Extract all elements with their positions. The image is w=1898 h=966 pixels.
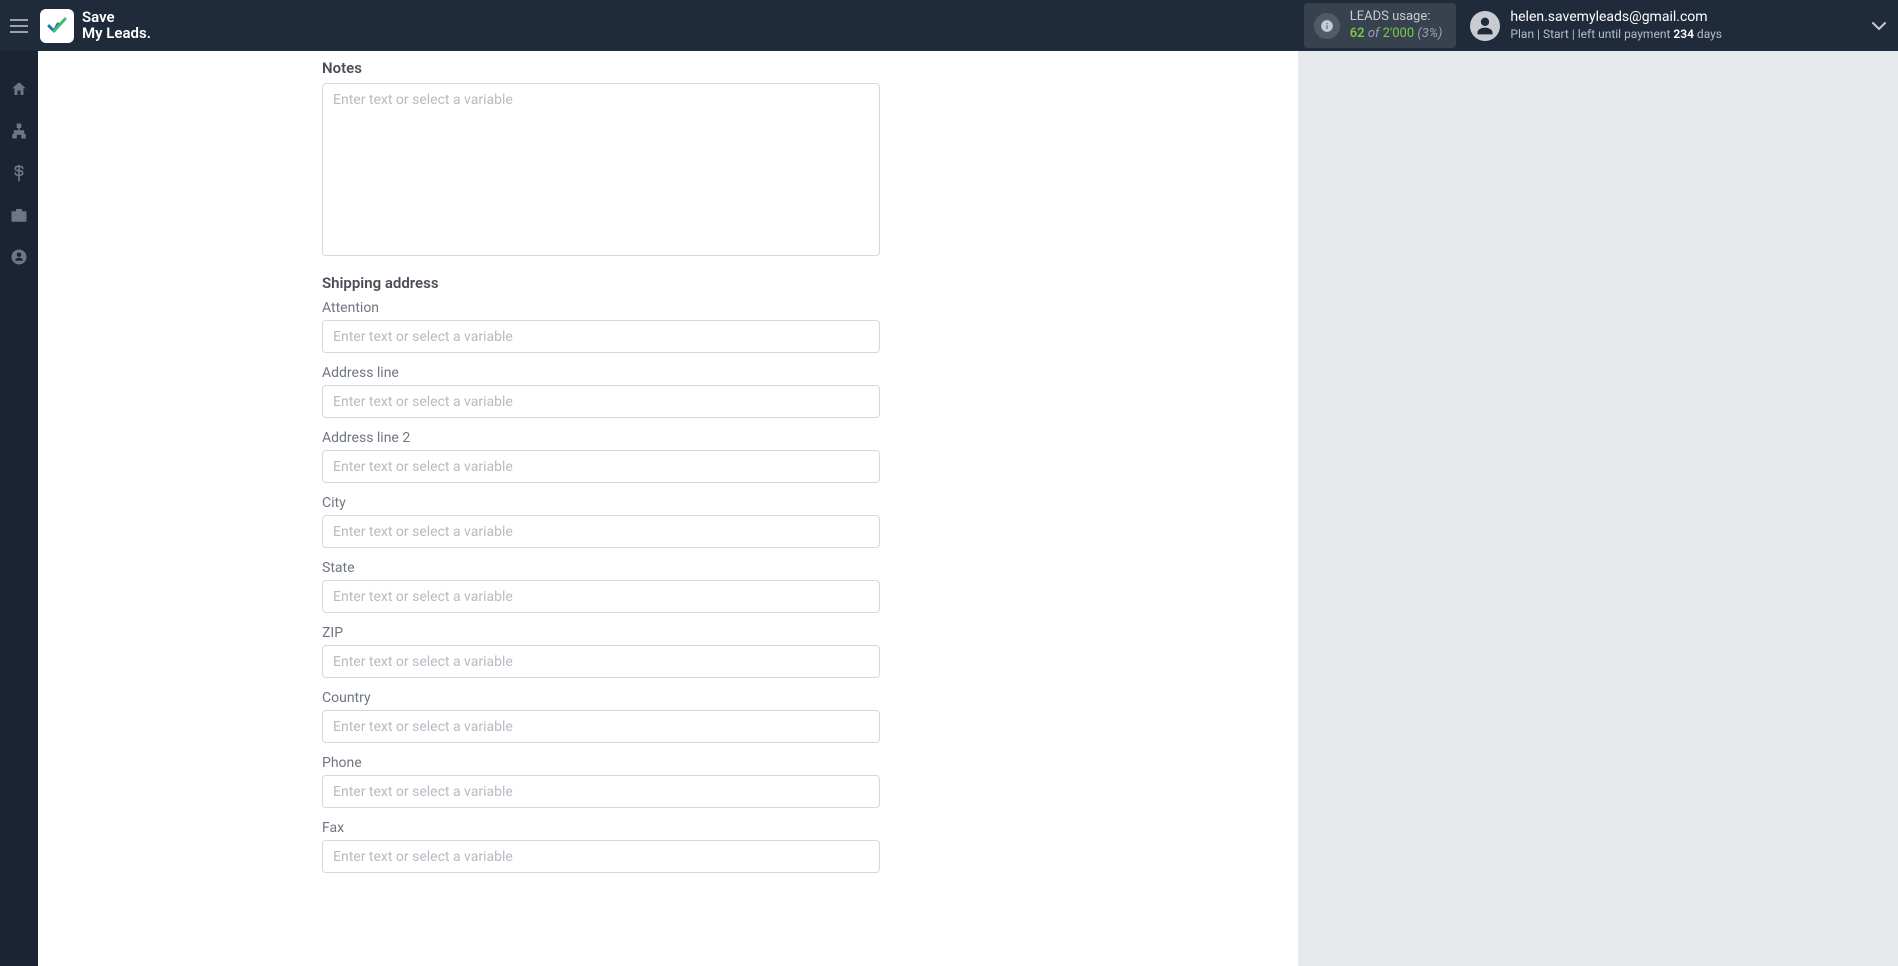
zip-label: ZIP <box>322 625 1254 641</box>
app-header: Save My Leads. LEADS usage: 62 of 2'000 … <box>0 0 1898 51</box>
notes-label: Notes <box>322 59 1254 77</box>
brand-name: Save My Leads. <box>82 10 151 42</box>
user-plan: Plan | Start | left until payment 234 da… <box>1510 27 1722 42</box>
fax-label: Fax <box>322 820 1254 836</box>
info-icon <box>1314 13 1340 39</box>
usage-limit: 2'000 <box>1383 26 1415 41</box>
attention-label: Attention <box>322 300 1254 316</box>
chevron-down-icon <box>1872 21 1886 31</box>
usage-used: 62 <box>1350 26 1365 41</box>
shipping-section-label: Shipping address <box>322 274 1254 292</box>
form-card: Notes Shipping address Attention Address… <box>38 51 1298 966</box>
usage-label: LEADS usage: <box>1350 9 1443 25</box>
city-input[interactable] <box>322 515 880 548</box>
dollar-icon <box>10 164 28 182</box>
city-label: City <box>322 495 1254 511</box>
country-label: Country <box>322 690 1254 706</box>
usage-of: of <box>1368 26 1380 41</box>
address-line2-label: Address line 2 <box>322 430 1254 446</box>
home-icon <box>10 80 28 98</box>
nav-account[interactable] <box>9 247 29 267</box>
hamburger-icon <box>10 19 28 33</box>
zip-input[interactable] <box>322 645 880 678</box>
address-line2-input[interactable] <box>322 450 880 483</box>
menu-toggle-button[interactable] <box>0 0 38 51</box>
notes-input[interactable] <box>322 83 880 256</box>
nav-business[interactable] <box>9 205 29 225</box>
user-icon <box>1475 16 1495 36</box>
brand-line2: My Leads. <box>82 26 151 42</box>
briefcase-icon <box>10 206 28 224</box>
usage-pct: (3%) <box>1417 26 1442 41</box>
usage-values: 62 of 2'000 (3%) <box>1350 26 1443 42</box>
sidebar-nav <box>0 51 38 966</box>
attention-input[interactable] <box>322 320 880 353</box>
phone-input[interactable] <box>322 775 880 808</box>
main-scroll[interactable]: Notes Shipping address Attention Address… <box>38 51 1898 966</box>
sitemap-icon <box>10 122 28 140</box>
nav-billing[interactable] <box>9 163 29 183</box>
user-menu[interactable]: helen.savemyleads@gmail.com Plan | Start… <box>1470 9 1886 42</box>
leads-usage-widget: LEADS usage: 62 of 2'000 (3%) <box>1304 3 1457 48</box>
address-line-input[interactable] <box>322 385 880 418</box>
app-logo[interactable] <box>40 9 74 43</box>
state-label: State <box>322 560 1254 576</box>
address-line-label: Address line <box>322 365 1254 381</box>
avatar <box>1470 11 1500 41</box>
state-input[interactable] <box>322 580 880 613</box>
nav-connections[interactable] <box>9 121 29 141</box>
user-email: helen.savemyleads@gmail.com <box>1510 9 1722 27</box>
fax-input[interactable] <box>322 840 880 873</box>
phone-label: Phone <box>322 755 1254 771</box>
country-input[interactable] <box>322 710 880 743</box>
nav-home[interactable] <box>9 79 29 99</box>
checkmark-icon <box>45 14 69 38</box>
user-circle-icon <box>10 248 28 266</box>
